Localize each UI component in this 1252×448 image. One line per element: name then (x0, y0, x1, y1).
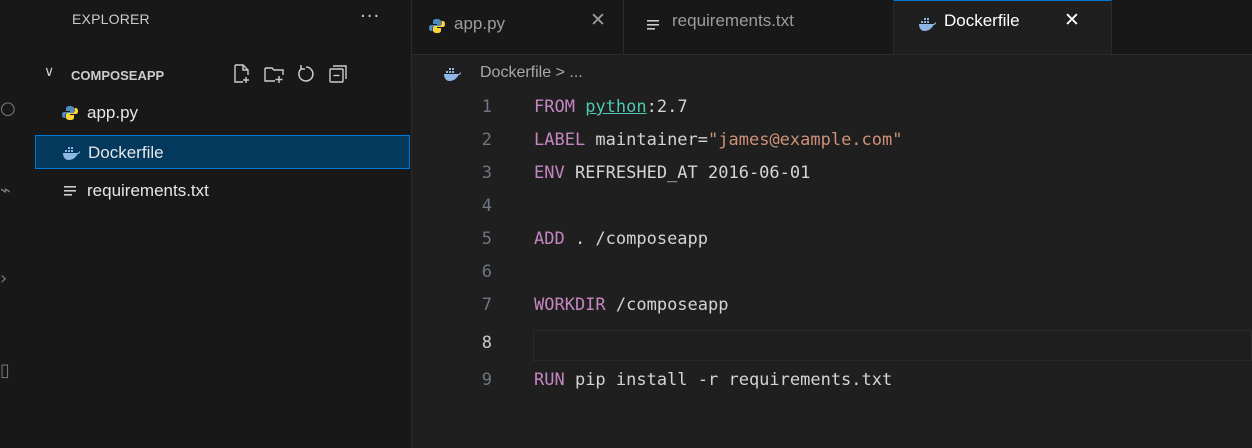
refresh-icon[interactable] (294, 62, 318, 86)
line-content[interactable]: LABEL maintainer="james@example.com" (534, 130, 902, 150)
tab-label: requirements.txt (672, 11, 794, 30)
tab-app-py[interactable]: app.py ✕ (412, 0, 624, 54)
explorer-sidebar: EXPLORER ··· ∨ COMPOSEAPP app.py Dockerf… (35, 0, 412, 448)
code-text: REFRESHED_AT 2016-06-01 (564, 163, 811, 183)
keyword: ADD (534, 229, 565, 249)
line-number: 7 (481, 295, 492, 315)
python-icon (429, 19, 445, 33)
docker-icon (63, 147, 80, 160)
explorer-title: EXPLORER (72, 11, 150, 27)
code-line[interactable]: 3 ENV REFRESHED_AT 2016-06-01 (412, 158, 1252, 191)
keyword: LABEL (534, 130, 586, 150)
close-icon[interactable]: ✕ (590, 9, 606, 31)
breadcrumb-separator: > (555, 64, 565, 81)
file-name: app.py (87, 103, 139, 122)
chevron-down-icon[interactable]: ∨ (44, 64, 54, 80)
line-content[interactable]: WORKDIR /composeapp (534, 295, 728, 315)
file-item-requirements-txt[interactable]: requirements.txt (35, 174, 410, 208)
code-text: . /composeapp (564, 229, 709, 249)
breadcrumb-symbols[interactable]: ... (569, 64, 582, 81)
tab-label: Dockerfile (944, 11, 1020, 30)
tab-dockerfile[interactable]: Dockerfile ✕ (894, 0, 1112, 54)
line-number: 8 (481, 333, 492, 353)
keyword: RUN (534, 370, 565, 390)
activity-bar: ○ ⌁ › ▯ (0, 0, 41, 448)
line-number: 6 (481, 262, 492, 282)
close-icon[interactable]: ✕ (1064, 9, 1080, 31)
text-lines-icon (64, 186, 76, 196)
keyword: ENV (534, 163, 565, 183)
breadcrumb-file-name: Dockerfile (480, 64, 552, 81)
new-folder-icon[interactable] (262, 62, 286, 86)
code-line-current[interactable]: 8 (412, 330, 1252, 363)
code-line[interactable]: 5 ADD . /composeapp (412, 224, 1252, 257)
breadcrumb-file[interactable]: Dockerfile > ... (480, 64, 583, 82)
more-actions-icon[interactable]: ··· (360, 6, 380, 27)
code-line[interactable]: 7 WORKDIR /composeapp (412, 290, 1252, 323)
docker-icon (919, 18, 936, 31)
image-name[interactable]: python (585, 97, 646, 117)
search-icon[interactable]: ○ (0, 98, 16, 119)
keyword: FROM (534, 97, 575, 117)
editor-tab-bar: app.py ✕ requirements.txt Dockerfile ✕ (412, 0, 1252, 55)
code-text: maintainer= (585, 130, 709, 150)
code-text: /composeapp (605, 295, 729, 315)
line-content[interactable]: ADD . /composeapp (534, 229, 708, 249)
line-number: 2 (481, 130, 492, 150)
source-control-icon[interactable]: ⌁ (0, 180, 11, 201)
code-line[interactable]: 2 LABEL maintainer="james@example.com" (412, 125, 1252, 158)
line-number: 9 (481, 370, 492, 390)
code-line[interactable]: 4 (412, 191, 1252, 224)
line-number: 5 (481, 229, 492, 249)
text-lines-icon (647, 20, 659, 30)
code-line[interactable]: 6 (412, 257, 1252, 290)
tab-requirements-txt[interactable]: requirements.txt (624, 0, 894, 54)
file-item-dockerfile[interactable]: Dockerfile (35, 135, 410, 169)
workspace-section-header[interactable]: ∨ COMPOSEAPP (40, 58, 411, 90)
line-number: 1 (481, 97, 492, 117)
extensions-icon[interactable]: ▯ (0, 360, 10, 381)
code-line[interactable]: 9 RUN pip install -r requirements.txt (412, 365, 1252, 398)
tab-label: app.py (454, 14, 506, 33)
string-literal: "james@example.com" (708, 130, 903, 150)
file-name: requirements.txt (87, 181, 209, 200)
collapse-all-icon[interactable] (326, 62, 350, 86)
run-debug-icon[interactable]: › (0, 268, 7, 289)
docker-icon (444, 68, 461, 81)
new-file-icon[interactable] (230, 62, 254, 86)
code-text: :2.7 (646, 97, 688, 117)
line-number: 4 (481, 196, 492, 216)
line-content[interactable]: ENV REFRESHED_AT 2016-06-01 (534, 163, 810, 183)
workspace-name: COMPOSEAPP (71, 68, 165, 83)
file-name: Dockerfile (88, 143, 164, 162)
line-number: 3 (481, 163, 492, 183)
explorer-header: EXPLORER ··· (40, 0, 411, 44)
line-content[interactable]: FROM python:2.7 (534, 97, 688, 117)
keyword: WORKDIR (534, 295, 606, 315)
python-icon (62, 106, 78, 120)
file-item-app-py[interactable]: app.py (35, 96, 410, 130)
code-editor[interactable]: 1 FROM python:2.7 2 LABEL maintainer="ja… (412, 90, 1252, 448)
code-text: pip install -r requirements.txt (564, 370, 893, 390)
line-content[interactable]: RUN pip install -r requirements.txt (534, 370, 892, 390)
code-line[interactable]: 1 FROM python:2.7 (412, 92, 1252, 125)
